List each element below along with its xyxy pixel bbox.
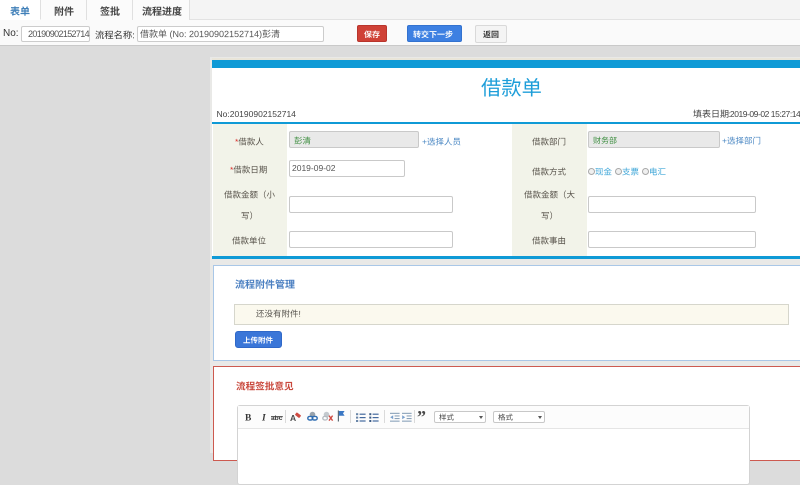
svg-text:I: I bbox=[261, 414, 266, 424]
svg-text:B: B bbox=[245, 414, 252, 424]
svg-text:abc: abc bbox=[271, 415, 283, 422]
svg-text:”: ” bbox=[417, 410, 426, 424]
